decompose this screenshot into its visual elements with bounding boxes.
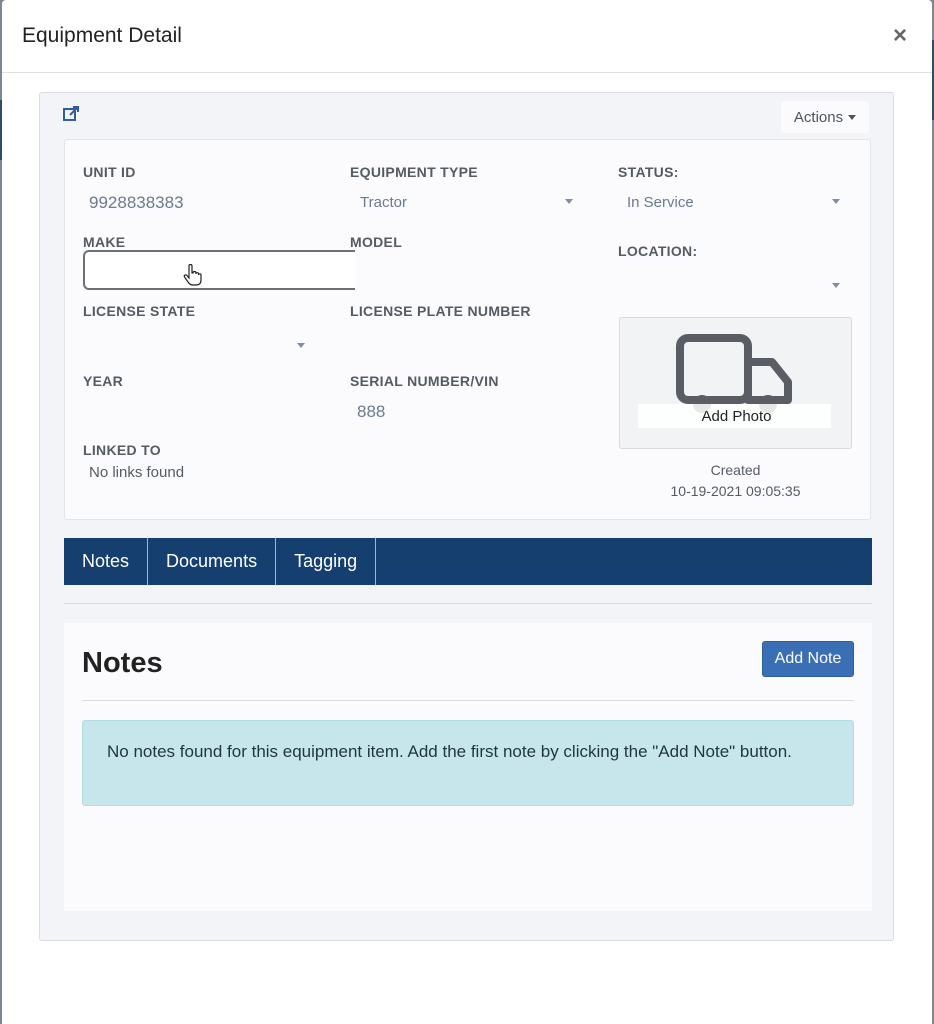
modal-header: Equipment Detail ×	[2, 0, 932, 73]
location-label: LOCATION:	[618, 243, 698, 259]
equipment-info-panel: UNIT ID 9928838383 EQUIPMENT TYPE Tracto…	[64, 139, 871, 520]
equipment-card: Actions UNIT ID 9928838383 EQUIPMENT TYP…	[39, 92, 894, 941]
linked-to-value: No links found	[89, 464, 185, 481]
external-edit-icon[interactable]	[62, 105, 80, 123]
serial-label: SERIAL NUMBER/VIN	[350, 373, 499, 389]
license-state-caret-icon[interactable]	[297, 343, 305, 348]
created-timestamp: 10-19-2021 09:05:35	[670, 483, 801, 499]
tab-notes[interactable]: Notes	[64, 538, 149, 585]
notes-divider	[82, 700, 854, 701]
detail-tabs: Notes Documents Tagging	[64, 538, 872, 585]
license-state-label: LICENSE STATE	[83, 303, 196, 319]
equipment-detail-modal: Equipment Detail × Actions UNIT ID 99288…	[2, 0, 932, 1024]
add-note-button[interactable]: Add Note	[762, 641, 854, 677]
caret-down-icon	[848, 114, 857, 120]
notes-panel: Notes Add Note No notes found for this e…	[64, 623, 872, 911]
equipment-type-label: EQUIPMENT TYPE	[350, 164, 478, 180]
modal-title: Equipment Detail	[22, 24, 182, 47]
add-photo-label: Add Photo	[701, 408, 772, 425]
truck-icon	[676, 334, 796, 414]
year-label: YEAR	[83, 373, 124, 389]
notes-heading: Notes	[82, 647, 163, 679]
unit-id-label: UNIT ID	[83, 164, 136, 180]
section-divider	[64, 603, 872, 604]
actions-dropdown-button[interactable]: Actions	[781, 101, 869, 133]
no-notes-alert: No notes found for this equipment item. …	[82, 720, 854, 806]
model-label: MODEL	[350, 234, 403, 250]
tab-tagging[interactable]: Tagging	[276, 538, 377, 585]
status-label: STATUS:	[618, 164, 679, 180]
hand-pointer-icon	[183, 263, 203, 286]
add-photo-button[interactable]: Add Photo	[619, 317, 852, 449]
license-plate-label: LICENSE PLATE NUMBER	[350, 303, 531, 319]
make-input[interactable]	[83, 250, 355, 290]
status-caret-icon[interactable]	[832, 199, 840, 204]
equipment-type-select[interactable]: Tractor	[360, 194, 407, 211]
serial-field[interactable]: 888	[357, 402, 385, 422]
linked-to-label: LINKED TO	[83, 442, 161, 458]
close-button[interactable]: ×	[888, 24, 912, 48]
equipment-type-caret-icon[interactable]	[565, 199, 573, 204]
location-caret-icon[interactable]	[832, 283, 840, 288]
tab-documents[interactable]: Documents	[148, 538, 277, 585]
unit-id-field[interactable]: 9928838383	[89, 193, 184, 213]
created-label: Created	[710, 462, 761, 478]
actions-label: Actions	[793, 108, 844, 126]
status-select[interactable]: In Service	[627, 194, 694, 211]
make-label: MAKE	[83, 234, 126, 250]
